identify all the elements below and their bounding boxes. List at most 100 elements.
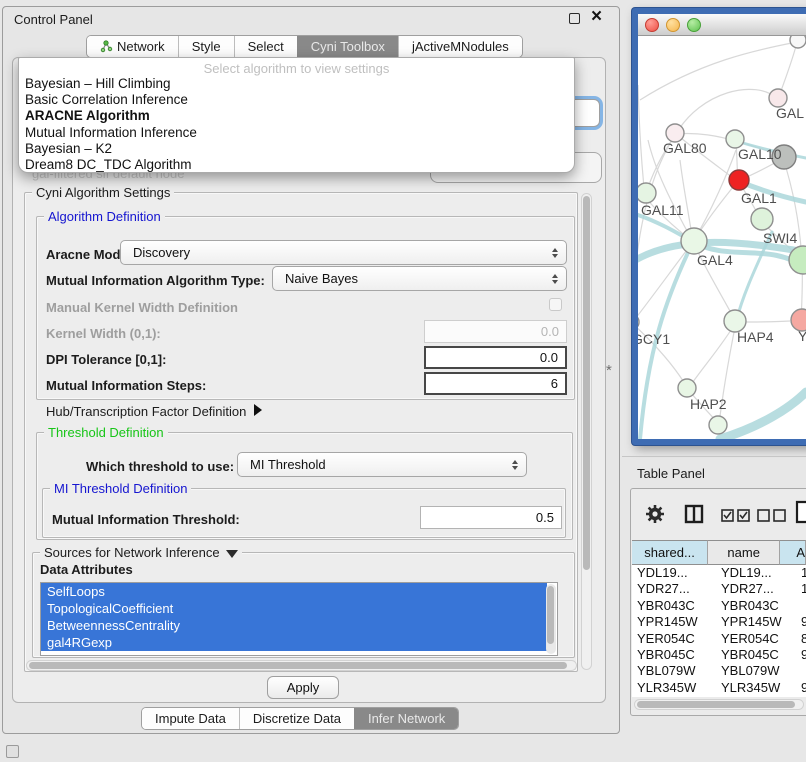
combo-arrows-icon	[552, 248, 558, 258]
table-row[interactable]: YDR27...YDR27...12	[632, 581, 806, 597]
manual-kernel-checkbox[interactable]	[549, 298, 562, 311]
table-row[interactable]: YER054CYER054C8.	[632, 631, 806, 647]
settings-vertical-scrollbar[interactable]	[581, 193, 592, 670]
table-row[interactable]: YDL19...YDL19...13	[632, 565, 806, 581]
checked-checkboxes-icon[interactable]	[721, 509, 751, 527]
document-icon[interactable]	[795, 500, 806, 529]
zoom-traffic-light-icon[interactable]	[687, 18, 701, 32]
table-body[interactable]: YDL19...YDL19...13 YDR27...YDR27...12 YB…	[632, 565, 806, 697]
gear-icon[interactable]	[644, 503, 666, 530]
which-threshold-combobox[interactable]: MI Threshold	[237, 452, 527, 477]
data-attributes-label: Data Attributes	[40, 562, 133, 577]
minimize-traffic-light-icon[interactable]	[666, 18, 680, 32]
algorithm-definition-title: Algorithm Definition	[44, 209, 165, 224]
tab-impute-data[interactable]: Impute Data	[142, 708, 239, 729]
node-label: HAP4	[737, 329, 774, 345]
data-attributes-list[interactable]: SelfLoops TopologicalCoefficient Between…	[40, 582, 558, 656]
dropdown-item-mutual-information[interactable]: Mutual Information Inference	[19, 125, 574, 141]
mi-type-combobox[interactable]: Naive Bayes	[272, 266, 567, 291]
float-window-icon[interactable]	[569, 13, 580, 24]
close-icon[interactable]: ×	[591, 6, 602, 28]
minimized-panel-icon[interactable]	[6, 745, 19, 758]
mi-type-label: Mutual Information Algorithm Type:	[46, 273, 265, 288]
node-label: GAL11	[641, 202, 684, 218]
list-item[interactable]: BetweennessCentrality	[41, 617, 547, 634]
hub-definition-toggle[interactable]: Hub/Transcription Factor Definition	[46, 404, 262, 419]
dpi-tolerance-label: DPI Tolerance [0,1]:	[46, 352, 166, 367]
node-swi4[interactable]	[751, 208, 773, 230]
divider	[622, 456, 806, 457]
algorithm-dropdown-popup: Select algorithm to view settings Bayesi…	[18, 57, 575, 173]
node-gcy1[interactable]	[638, 314, 639, 330]
node-gal4[interactable]	[681, 228, 707, 254]
node-gal11[interactable]	[638, 183, 656, 203]
tab-network-label: Network	[117, 39, 165, 54]
list-scrollbar[interactable]	[546, 584, 556, 654]
expand-right-icon	[254, 404, 262, 416]
sources-group-title[interactable]: Sources for Network Inference	[40, 545, 242, 560]
tab-style[interactable]: Style	[178, 36, 234, 57]
node-hap2[interactable]	[678, 379, 696, 397]
cyni-settings-title: Cyni Algorithm Settings	[32, 185, 174, 200]
combo-arrows-icon	[512, 460, 518, 470]
dropdown-item-bayesian-hill[interactable]: Bayesian – Hill Climbing	[19, 76, 574, 92]
table-row[interactable]: YIL052CYIL052C8.	[632, 696, 806, 697]
list-item[interactable]: TopologicalCoefficient	[41, 600, 547, 617]
mi-threshold-field[interactable]: 0.5	[420, 506, 562, 529]
node-label: HAP2	[690, 396, 727, 412]
unchecked-checkboxes-icon[interactable]	[757, 509, 787, 527]
dropdown-item-dream8[interactable]: Dream8 DC_TDC Algorithm	[19, 157, 574, 173]
tab-select[interactable]: Select	[234, 36, 297, 57]
dropdown-item-aracne[interactable]: ARACNE Algorithm	[19, 108, 574, 124]
mi-threshold-label: Mutual Information Threshold:	[52, 512, 240, 527]
node-gal1[interactable]	[729, 170, 749, 190]
network-canvas[interactable]: GAL80 GAL10 GAL1 GAL11 SWI4 GAL4 GCY1 HA…	[638, 36, 806, 439]
node-label: Y	[798, 328, 806, 344]
split-columns-icon[interactable]	[684, 504, 704, 529]
dropdown-item-basic-correlation[interactable]: Basic Correlation Inference	[19, 92, 574, 108]
table-horizontal-scrollbar[interactable]	[634, 699, 804, 710]
list-item[interactable]: SelfLoops	[41, 583, 547, 600]
tab-network[interactable]: Network	[87, 36, 178, 57]
manual-kernel-label: Manual Kernel Width Definition	[46, 300, 238, 315]
table-row[interactable]: YBR043CYBR043C	[632, 598, 806, 614]
apply-button[interactable]: Apply	[267, 676, 339, 699]
node-partial-top[interactable]	[790, 36, 806, 48]
column-header-name[interactable]: name	[708, 540, 780, 565]
network-window-titlebar[interactable]	[638, 14, 806, 36]
column-header-shared-name[interactable]: shared...	[632, 540, 708, 565]
column-header-partial[interactable]: A	[780, 540, 806, 565]
table-header: shared... name A	[632, 540, 806, 565]
combo-arrows-icon	[552, 274, 558, 284]
tab-jactivemnodules[interactable]: jActiveMNodules	[398, 36, 522, 57]
close-traffic-light-icon[interactable]	[645, 18, 659, 32]
node-label: GCY1	[638, 331, 670, 347]
list-item[interactable]: gal4RGexp	[41, 634, 547, 651]
aracne-mode-combobox[interactable]: Discovery	[120, 240, 567, 265]
kernel-width-field[interactable]: 0.0	[424, 320, 567, 343]
table-row[interactable]: YBL079WYBL079W	[632, 663, 806, 679]
node-label: GAL80	[663, 140, 707, 156]
dropdown-item-bayesian-k2[interactable]: Bayesian – K2	[19, 141, 574, 157]
dpi-tolerance-field[interactable]: 0.0	[424, 346, 567, 369]
threshold-definition-title: Threshold Definition	[44, 425, 168, 440]
table-row[interactable]: YLR345WYLR345W9.	[632, 680, 806, 696]
tab-cyni-toolbox[interactable]: Cyni Toolbox	[297, 36, 398, 57]
node-label: GAL1	[741, 190, 777, 206]
control-panel-title: Control Panel	[14, 12, 93, 27]
table-panel-title: Table Panel	[637, 466, 705, 481]
table-row[interactable]: YBR045CYBR045C9.	[632, 647, 806, 663]
tab-infer-network[interactable]: Infer Network	[354, 708, 458, 729]
node-label: SWI4	[763, 230, 797, 246]
bottom-tab-bar: Impute Data Discretize Data Infer Networ…	[141, 707, 459, 730]
tab-discretize-data[interactable]: Discretize Data	[239, 708, 354, 729]
network-icon	[100, 40, 113, 53]
mi-steps-label: Mutual Information Steps:	[46, 378, 206, 393]
which-threshold-label: Which threshold to use:	[86, 459, 234, 474]
cursor-mark: *	[606, 362, 612, 379]
table-row[interactable]: YPR145WYPR145W9.	[632, 614, 806, 630]
mi-steps-field[interactable]: 6	[424, 372, 567, 395]
node-partial-bottom[interactable]	[709, 416, 727, 434]
settings-horizontal-scrollbar[interactable]	[26, 660, 577, 671]
dropdown-hint: Select algorithm to view settings	[19, 58, 574, 76]
